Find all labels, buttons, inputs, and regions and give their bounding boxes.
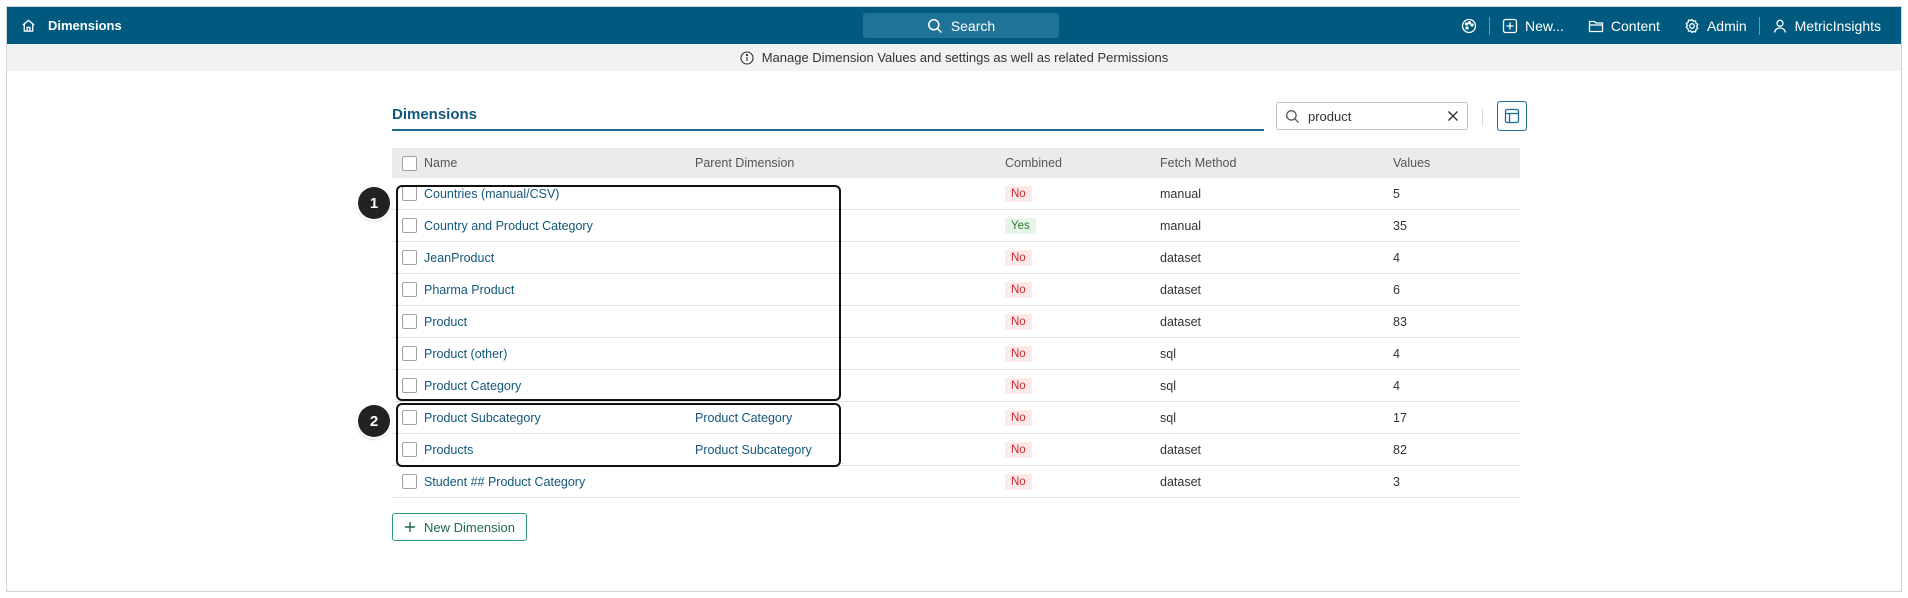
combined-badge: No — [1005, 185, 1032, 202]
user-menu[interactable]: MetricInsights — [1760, 7, 1893, 44]
combined-cell: No — [1005, 433, 1160, 466]
fetch-method-cell: dataset — [1160, 273, 1393, 306]
home-icon[interactable] — [21, 18, 36, 33]
column-header-values[interactable]: Values — [1393, 148, 1520, 178]
combined-cell: No — [1005, 337, 1160, 370]
combined-cell: No — [1005, 241, 1160, 274]
fetch-method-cell: dataset — [1160, 241, 1393, 274]
row-checkbox-cell — [392, 465, 424, 498]
column-header-combined[interactable]: Combined — [1005, 148, 1160, 178]
values-cell: 4 — [1393, 369, 1520, 402]
callout-box-1 — [396, 185, 841, 401]
values-cell: 83 — [1393, 305, 1520, 338]
combined-badge: No — [1005, 377, 1032, 394]
callout-box-2 — [396, 403, 841, 467]
fetch-method-cell: manual — [1160, 209, 1393, 242]
tab-dimensions[interactable]: Dimensions — [392, 106, 477, 123]
filter-search-input[interactable] — [1308, 108, 1439, 124]
layout-toggle-button[interactable] — [1497, 101, 1527, 131]
combined-badge: No — [1005, 409, 1032, 426]
parent-cell — [695, 465, 1005, 498]
user-icon — [1772, 18, 1788, 34]
combined-badge: No — [1005, 313, 1032, 330]
user-label: MetricInsights — [1794, 17, 1881, 34]
admin-label: Admin — [1706, 17, 1747, 34]
folder-icon — [1588, 18, 1604, 34]
values-cell: 6 — [1393, 273, 1520, 306]
combined-cell: No — [1005, 465, 1160, 498]
palette-icon — [1461, 18, 1477, 34]
combined-badge: No — [1005, 249, 1032, 266]
fetch-method-cell: sql — [1160, 401, 1393, 434]
info-icon — [740, 50, 754, 65]
callout-marker-2: 2 — [358, 405, 390, 437]
top-right-menu: New... Content Admin MetricInsights — [1449, 7, 1893, 44]
name-cell: Student ## Product Category — [424, 465, 695, 498]
combined-cell: No — [1005, 273, 1160, 306]
values-cell: 5 — [1393, 178, 1520, 210]
content-label: Content — [1610, 17, 1660, 34]
fetch-method-cell: dataset — [1160, 305, 1393, 338]
select-all-checkbox[interactable] — [402, 155, 417, 171]
new-menu[interactable]: New... — [1490, 7, 1576, 44]
dimension-name-link[interactable]: Student ## Product Category — [424, 475, 585, 489]
values-cell: 35 — [1393, 209, 1520, 242]
new-dimension-label: New Dimension — [423, 519, 516, 535]
top-navigation-bar: Dimensions Search New... Content Admin M… — [7, 7, 1901, 44]
table-layout-icon — [1504, 108, 1520, 124]
fetch-method-cell: sql — [1160, 369, 1393, 402]
values-cell: 4 — [1393, 241, 1520, 274]
callout-marker-1: 1 — [358, 187, 390, 219]
list-header: Dimensions — [392, 100, 1527, 136]
new-dimension-button[interactable]: New Dimension — [392, 513, 527, 541]
combined-cell: No — [1005, 305, 1160, 338]
combined-cell: No — [1005, 369, 1160, 402]
combined-badge: No — [1005, 441, 1032, 458]
column-header-parent[interactable]: Parent Dimension — [695, 148, 1005, 178]
combined-badge: No — [1005, 281, 1032, 298]
new-label: New... — [1525, 17, 1564, 34]
info-text: Manage Dimension Values and settings as … — [761, 50, 1169, 65]
values-cell: 82 — [1393, 433, 1520, 466]
info-banner: Manage Dimension Values and settings as … — [7, 44, 1901, 71]
page-title: Dimensions — [48, 18, 122, 33]
column-header-name[interactable]: Name — [424, 148, 695, 178]
search-icon — [927, 18, 943, 34]
clear-icon[interactable] — [1447, 110, 1459, 122]
filter-search-box — [1276, 102, 1468, 130]
row-checkbox[interactable] — [402, 474, 417, 490]
admin-menu[interactable]: Admin — [1672, 7, 1759, 44]
values-cell: 4 — [1393, 337, 1520, 370]
app-title-area[interactable]: Dimensions — [21, 7, 122, 44]
combined-badge: Yes — [1005, 217, 1036, 234]
search-icon — [1285, 109, 1300, 124]
combined-badge: No — [1005, 345, 1032, 362]
table-header-row: Name Parent Dimension Combined Fetch Met… — [392, 148, 1520, 178]
table-row[interactable]: Student ## Product Category No dataset 3 — [392, 465, 1520, 498]
plus-icon — [404, 521, 416, 533]
palette-button[interactable] — [1449, 7, 1489, 44]
gear-icon — [1684, 18, 1700, 34]
select-all-cell — [392, 148, 424, 178]
combined-cell: No — [1005, 401, 1160, 434]
combined-cell: No — [1005, 178, 1160, 210]
fetch-method-cell: dataset — [1160, 433, 1393, 466]
search-label: Search — [950, 17, 996, 34]
values-cell: 3 — [1393, 465, 1520, 498]
combined-badge: No — [1005, 473, 1032, 490]
tab-underline — [392, 129, 1264, 131]
column-header-fetch-method[interactable]: Fetch Method — [1160, 148, 1393, 178]
content-menu[interactable]: Content — [1576, 7, 1672, 44]
values-cell: 17 — [1393, 401, 1520, 434]
divider — [1482, 108, 1483, 126]
plus-square-icon — [1502, 18, 1518, 34]
fetch-method-cell: dataset — [1160, 465, 1393, 498]
fetch-method-cell: manual — [1160, 178, 1393, 210]
fetch-method-cell: sql — [1160, 337, 1393, 370]
combined-cell: Yes — [1005, 209, 1160, 242]
global-search-button[interactable]: Search — [863, 13, 1059, 38]
